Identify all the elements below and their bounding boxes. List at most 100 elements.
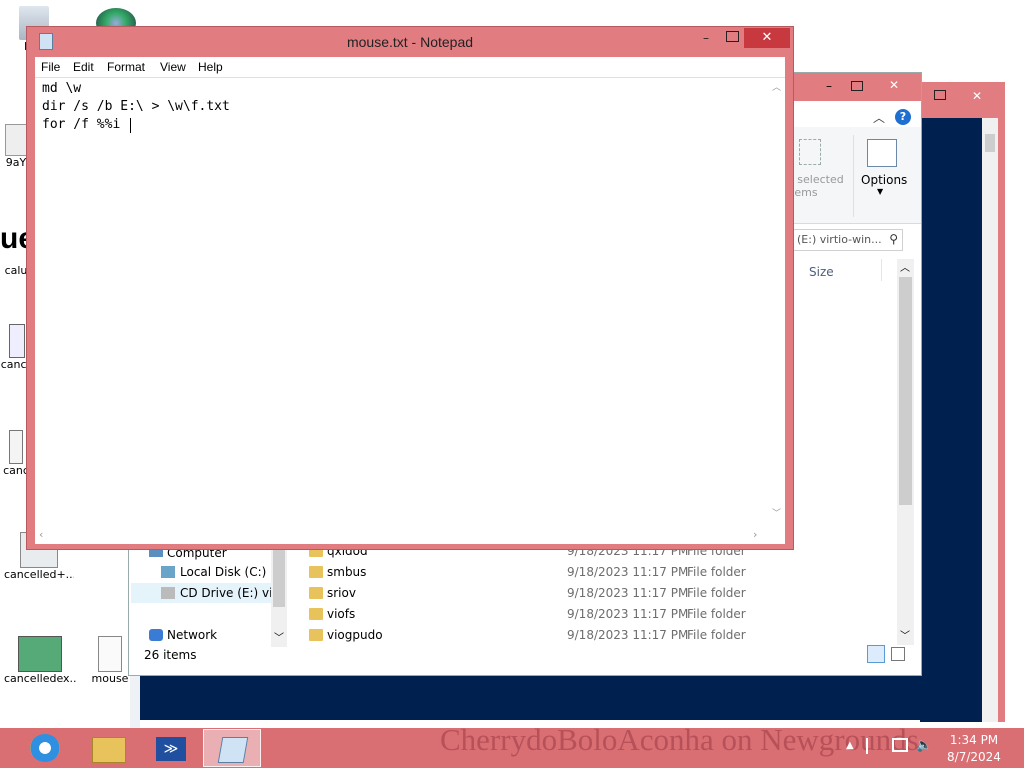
options-icon <box>867 139 897 167</box>
close-button[interactable]: ✕ <box>954 86 1000 106</box>
notepad-window: mouse.txt - Notepad – ✕ File Edit Format… <box>26 26 794 550</box>
file-type: File folder <box>687 586 746 600</box>
horizontal-scrollbar[interactable]: ‹ › <box>35 528 769 544</box>
menu-file[interactable]: File <box>41 57 60 77</box>
taskbar-notepad[interactable] <box>203 729 261 767</box>
file-type: File folder <box>687 607 746 621</box>
folder-icon <box>309 587 323 599</box>
file-type: File folder <box>687 628 746 642</box>
ribbon-collapse-icon[interactable]: ︿ <box>873 109 885 126</box>
text-line: dir /s /b E:\ > \w\f.txt <box>42 99 230 114</box>
background-window: ✕ <box>920 82 1005 722</box>
file-date: 9/18/2023 11:17 PM <box>567 607 689 621</box>
file-row[interactable]: viofs 9/18/2023 11:17 PM File folder <box>307 604 907 625</box>
scroll-down-icon[interactable]: ﹀ <box>274 629 284 644</box>
scroll-up-icon[interactable]: ︿ <box>772 80 781 93</box>
network-tray-icon[interactable] <box>892 738 908 752</box>
search-icon[interactable]: ⚲ <box>889 232 898 246</box>
help-icon[interactable]: ? <box>895 109 911 125</box>
background-window-bottom <box>130 674 982 720</box>
minimize-icon[interactable]: – <box>819 79 839 95</box>
close-button[interactable]: ✕ <box>744 28 790 48</box>
document-icon <box>9 430 23 464</box>
desktop-icon-label: cancelled+... <box>4 568 74 581</box>
file-date: 9/18/2023 11:17 PM <box>567 586 689 600</box>
file-row[interactable]: smbus 9/18/2023 11:17 PM File folder <box>307 562 907 583</box>
folder-icon <box>309 629 323 641</box>
ribbon-divider <box>853 135 854 217</box>
taskbar-internet-explorer[interactable] <box>16 729 74 767</box>
internet-explorer-icon <box>30 734 60 762</box>
file-date: 9/18/2023 11:17 PM <box>567 565 689 579</box>
menu-edit[interactable]: Edit <box>73 57 94 77</box>
vertical-scrollbar[interactable]: ︿ ﹀ <box>769 78 785 528</box>
column-header-size[interactable]: Size <box>809 265 834 279</box>
clock-date[interactable]: 8/7/2024 <box>944 750 1004 764</box>
clock-time[interactable]: 1:34 PM <box>944 733 1004 747</box>
watermark-text: CherrydoBoloAconha on Newgrounds <box>440 722 919 757</box>
sidebar-item-local-disk[interactable]: Local Disk (C:) <box>161 562 266 582</box>
search-input[interactable]: (E:) virtio-win... <box>797 233 882 246</box>
select-none-label[interactable]: e selected items <box>787 173 847 199</box>
action-center-flag-icon[interactable] <box>866 738 882 754</box>
network-icon <box>149 629 163 641</box>
sidebar-scrollbar[interactable]: ﹀ <box>271 543 287 647</box>
desktop-icon-label: mouse <box>91 672 129 685</box>
search-box[interactable]: (E:) virtio-win... ⚲ <box>793 229 903 251</box>
scrollbar-thumb[interactable] <box>899 277 912 505</box>
text-line: for /f %%i <box>42 117 129 132</box>
cd-drive-icon <box>161 587 175 599</box>
document-icon <box>18 636 62 672</box>
drive-icon <box>161 566 175 578</box>
background-window-content <box>920 118 982 722</box>
file-icon <box>5 124 27 156</box>
show-hidden-icons[interactable]: ▲ <box>846 740 854 751</box>
sidebar-item-cd-drive[interactable]: CD Drive (E:) virti <box>131 583 271 603</box>
maximize-icon[interactable] <box>851 81 863 91</box>
text-editor[interactable]: md \w dir /s /b E:\ > \w\f.txt for /f %%… <box>35 77 785 544</box>
file-name: viogpudo <box>327 628 383 642</box>
scroll-up-icon[interactable]: ︿ <box>900 259 910 274</box>
file-row[interactable]: viogpudo 9/18/2023 11:17 PM File folder <box>307 625 907 646</box>
document-icon <box>9 324 25 358</box>
menu-help[interactable]: Help <box>198 57 223 77</box>
scroll-right-icon[interactable]: › <box>753 528 757 541</box>
taskbar: ≫ CherrydoBoloAconha on Newgrounds ▲ 🔈 1… <box>0 722 1024 768</box>
desktop-icon-label: cancelledex... <box>4 672 76 685</box>
maximize-icon <box>725 31 739 42</box>
scrollbar-thumb[interactable] <box>985 134 995 152</box>
window-title: mouse.txt - Notepad <box>346 34 474 50</box>
maximize-icon[interactable] <box>934 90 946 100</box>
sidebar-item-network[interactable]: Network <box>149 625 217 645</box>
scrollbar-thumb[interactable] <box>273 547 285 607</box>
text-cursor <box>130 118 131 133</box>
file-row[interactable]: sriov 9/18/2023 11:17 PM File folder <box>307 583 907 604</box>
folder-icon <box>309 566 323 578</box>
menu-bar: File Edit Format View Help <box>35 57 785 77</box>
menu-format[interactable]: Format <box>107 57 145 77</box>
taskbar-file-explorer[interactable] <box>80 729 138 767</box>
details-view-icon[interactable] <box>867 645 885 663</box>
notepad-icon <box>217 737 249 763</box>
scroll-down-icon[interactable]: ﹀ <box>772 506 781 519</box>
minimize-button[interactable]: – <box>693 29 719 47</box>
taskbar-powershell[interactable]: ≫ <box>142 729 200 767</box>
select-none-icon <box>799 139 821 165</box>
vertical-scrollbar[interactable] <box>982 118 998 722</box>
folder-icon <box>92 737 126 763</box>
menu-view[interactable]: View <box>160 57 186 77</box>
file-date: 9/18/2023 11:17 PM <box>567 628 689 642</box>
status-item-count: 26 items <box>144 648 197 662</box>
maximize-button[interactable] <box>719 29 745 47</box>
desktop-icon-cancelledex[interactable]: cancelledex... <box>4 636 76 685</box>
column-divider <box>881 259 882 281</box>
text-file-icon <box>98 636 122 672</box>
volume-muted-icon[interactable]: 🔈 <box>916 738 932 753</box>
file-name: viofs <box>327 607 356 621</box>
close-button[interactable]: ✕ <box>871 75 917 95</box>
scroll-left-icon[interactable]: ‹ <box>39 528 43 541</box>
file-type: File folder <box>687 565 746 579</box>
desktop-icon-mouse[interactable]: mouse <box>88 636 132 685</box>
large-icons-view-icon[interactable] <box>891 647 905 661</box>
options-button[interactable]: Options <box>861 173 907 187</box>
